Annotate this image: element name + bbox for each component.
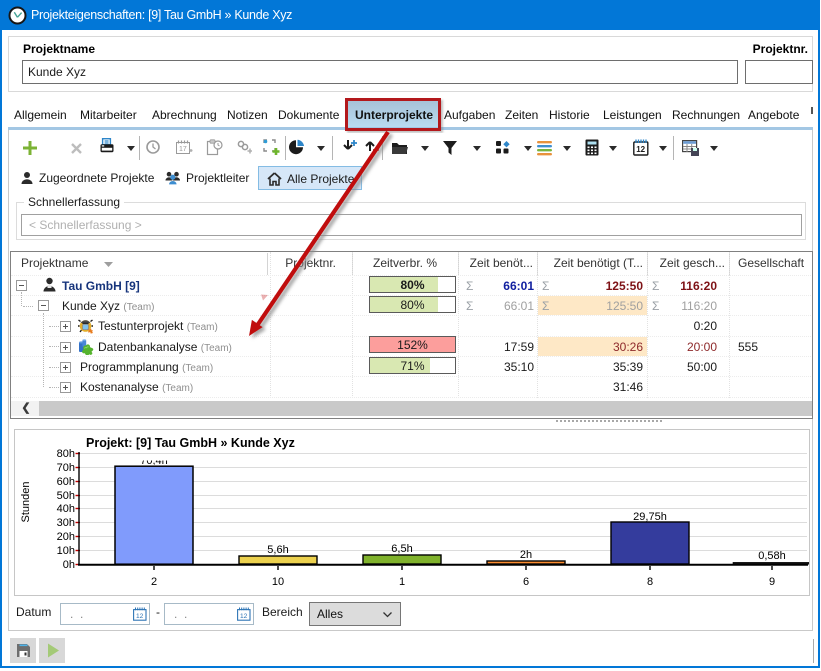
- svg-text:10: 10: [272, 576, 284, 588]
- svg-text:Stunden: Stunden: [20, 482, 32, 523]
- svg-text:12: 12: [636, 145, 645, 154]
- svg-text:1: 1: [399, 576, 405, 588]
- svg-text:50h: 50h: [57, 490, 75, 502]
- svg-text:30h: 30h: [57, 517, 75, 529]
- svg-text:6,5h: 6,5h: [391, 543, 412, 555]
- svg-text:12: 12: [240, 613, 248, 620]
- svg-text:40h: 40h: [57, 503, 75, 515]
- svg-text:5,6h: 5,6h: [267, 544, 288, 556]
- svg-text:70,4h: 70,4h: [140, 455, 168, 467]
- svg-text:8: 8: [647, 576, 653, 588]
- svg-text:60h: 60h: [57, 476, 75, 488]
- svg-text:6: 6: [523, 576, 529, 588]
- svg-text:17: 17: [179, 146, 187, 153]
- svg-text:Projekt: [9] Tau GmbH » Kunde: Projekt: [9] Tau GmbH » Kunde Xyz: [86, 436, 295, 450]
- svg-text:2h: 2h: [520, 549, 532, 561]
- svg-text:9: 9: [769, 576, 775, 588]
- svg-text:0h: 0h: [63, 559, 75, 571]
- svg-text:0,58h: 0,58h: [758, 550, 786, 562]
- svg-text:80h: 80h: [57, 448, 75, 460]
- svg-text:12: 12: [136, 613, 144, 620]
- svg-text:29,75h: 29,75h: [633, 511, 667, 523]
- svg-text:10h: 10h: [57, 545, 75, 557]
- svg-text:2: 2: [151, 576, 157, 588]
- svg-text:70h: 70h: [57, 462, 75, 474]
- svg-text:20h: 20h: [57, 531, 75, 543]
